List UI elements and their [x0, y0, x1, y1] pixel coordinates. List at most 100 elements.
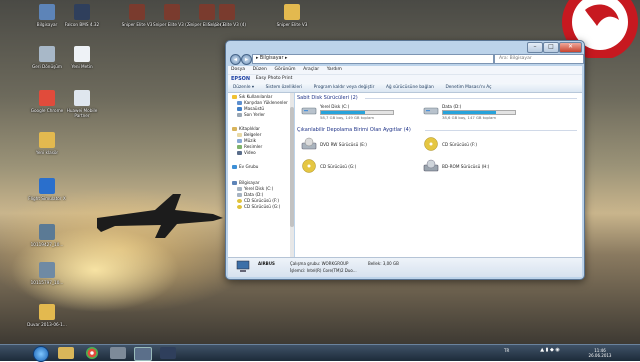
documents-icon [237, 133, 242, 137]
content-area: Sabit Disk Sürücüleri (2) Yerel Disk (C:… [295, 93, 582, 257]
menu-help[interactable]: Yardım [324, 66, 345, 74]
map-network-drive-button[interactable]: Ağ sürücüsüne bağlan [381, 83, 439, 92]
nav-drive-c[interactable]: Yerel Disk (C:) [237, 186, 273, 191]
command-bar: Düzenle ▾ Sistem özellikleri Program kal… [228, 83, 582, 93]
drive-e[interactable]: DVD RW Sürücüsü (E:) [301, 137, 401, 155]
nav-downloads[interactable]: Karşıdan Yüklenenler [237, 100, 288, 105]
sniper4-icon [219, 4, 235, 20]
homegroup-icon [232, 165, 237, 169]
tray-icons[interactable]: ▲ ▮ ◆ ◉ [520, 348, 580, 353]
desktop-icon-label: Huawei Mobile Partner [66, 108, 98, 118]
navigation-pane: Sık Kullanılanlar Karşıdan Yüklenenler M… [228, 93, 290, 257]
drive-f[interactable]: CD Sürücüsü (F:) [423, 137, 523, 155]
nav-computer[interactable]: Bilgisayar [232, 180, 260, 185]
desktop-icon-sim[interactable]: Falcon BMS 4.32 [60, 4, 104, 27]
explorer-window: – □ ✕ ◂ ▸ ▸ Bilgisayar ▸ Ara: Bilgisayar… [225, 40, 585, 280]
desktop-icon-flightsim[interactable]: Flight Simulator X [25, 178, 69, 201]
minimize-button[interactable]: – [527, 42, 543, 53]
search-input[interactable]: Ara: Bilgisayar [494, 54, 584, 64]
desktop-icon-label: Sniper Elite V3 (4) [207, 22, 247, 27]
file1-icon [74, 46, 90, 62]
photo1-icon [39, 224, 55, 240]
desktop-icon-photo1[interactable]: 10119427_10... [25, 224, 69, 247]
computer-icon [236, 260, 250, 272]
device-icon [74, 90, 90, 106]
group-hard-drives[interactable]: Sabit Disk Sürücüleri (2) [297, 95, 358, 101]
nav-favorites[interactable]: Sık Kullanılanlar [232, 94, 272, 99]
nav-libraries[interactable]: Kitaplıklar [232, 126, 260, 131]
drive-d[interactable]: Data (D:) 38,6 GB boş, 147 GB toplam [423, 103, 533, 123]
processor-text: İşlemci: Intel(R) Core(TM)2 Duo... [290, 268, 357, 273]
drive-c-free-space: 58,7 GB boş, 149 GB toplam [320, 115, 375, 120]
epson-photo-print-button[interactable]: Easy Photo Print [256, 75, 293, 83]
menu-view[interactable]: Görünüm [271, 66, 298, 74]
nav-desktop[interactable]: Masaüstü [237, 106, 264, 111]
workgroup-text: Çalışma grubu: WORKGROUP [290, 261, 349, 266]
back-button[interactable]: ◂ [230, 54, 241, 65]
nav-drive-d[interactable]: Data (D:) [237, 192, 263, 197]
drive-h-label: BD-ROM Sürücüsü (H:) [442, 164, 490, 169]
language-indicator[interactable]: TR [504, 348, 509, 353]
nav-music[interactable]: Müzik [237, 138, 256, 143]
menu-edit[interactable]: Düzen [250, 66, 270, 74]
folder3-icon [39, 304, 55, 320]
desktop-icon-folder1[interactable]: Sniper Elite V3 [270, 4, 314, 27]
epson-toolbar: EPSON Easy Photo Print [228, 74, 582, 83]
bd-drive-icon [423, 159, 439, 172]
nav-homegroup[interactable]: Ev Grubu [232, 164, 258, 169]
desktop-icon-photo2[interactable]: 10115797_10... [25, 262, 69, 285]
nav-scrollbar[interactable] [290, 93, 294, 257]
scrollbar-thumb[interactable] [290, 107, 294, 227]
open-control-panel-button[interactable]: Denetim Masası'nı Aç [440, 83, 496, 92]
drive-c[interactable]: Yerel Disk (C:) 58,7 GB boş, 149 GB topl… [301, 103, 411, 123]
menu-bar: Dosya Düzen Görünüm Araçlar Yardım [228, 66, 582, 74]
hard-drive-icon [423, 107, 439, 115]
desktop-icon-file1[interactable]: Yeni Metin [60, 46, 104, 69]
desktop-icon-label: Yeni Metin [71, 64, 93, 69]
clock[interactable]: 11:46 26.06.2013 [580, 348, 620, 358]
taskbar-chrome-icon[interactable] [86, 347, 98, 359]
forward-button[interactable]: ▸ [241, 54, 252, 65]
desktop-icon-device[interactable]: Huawei Mobile Partner [60, 90, 104, 118]
desktop-icon-folder2[interactable]: Yeni klasör [25, 132, 69, 155]
drive-g[interactable]: CD Sürücüsü (G:) [301, 159, 401, 177]
address-bar[interactable]: ▸ Bilgisayar ▸ [252, 54, 494, 64]
nav-videos[interactable]: Video [237, 150, 256, 155]
taskbar-sim-icon[interactable] [160, 347, 176, 359]
title-bar[interactable]: – □ ✕ [226, 41, 584, 53]
desktop-icon-label: Yeni klasör [35, 150, 59, 155]
jet-silhouette [97, 194, 223, 238]
organize-button[interactable]: Düzenle ▾ [228, 83, 259, 92]
nav-pictures[interactable]: Resimler [237, 144, 262, 149]
taskbar-media-icon[interactable] [110, 347, 126, 359]
videos-icon [237, 151, 242, 155]
menu-tools[interactable]: Araçlar [300, 66, 322, 74]
nav-drive-f[interactable]: CD Sürücüsü (F:) [237, 198, 279, 203]
desktop-icon-folder3[interactable]: Duvar 2013-06-1... [25, 304, 69, 327]
hard-drive-icon [237, 187, 242, 191]
desktop-icon-label: Duvar 2013-06-1... [27, 322, 67, 327]
download-icon [237, 101, 242, 105]
pictures-icon [237, 145, 242, 149]
desktop-icon-label: 10119427_10... [30, 242, 64, 247]
group-divider [425, 130, 577, 131]
close-button[interactable]: ✕ [559, 42, 582, 53]
computer-name: AIRBUS [258, 261, 275, 266]
flightsim-icon [39, 178, 55, 194]
menu-file[interactable]: Dosya [228, 66, 248, 74]
drive-h[interactable]: BD-ROM Sürücüsü (H:) [423, 159, 523, 177]
computer-icon [232, 181, 237, 185]
drive-e-label: DVD RW Sürücüsü (E:) [320, 142, 367, 147]
hard-drive-icon [237, 193, 242, 197]
nav-recent[interactable]: Son Yerler [237, 112, 265, 117]
nav-drive-g[interactable]: CD Sürücüsü (G:) [237, 204, 280, 209]
desktop-icon-sniper4[interactable]: Sniper Elite V3 (4) [205, 4, 249, 27]
nav-documents[interactable]: Belgeler [237, 132, 261, 137]
cd-icon [424, 137, 438, 151]
system-properties-button[interactable]: Sistem özellikleri [261, 83, 307, 92]
taskbar-explorer-icon[interactable] [58, 347, 74, 359]
uninstall-program-button[interactable]: Program kaldır veya değiştir [309, 83, 380, 92]
maximize-button[interactable]: □ [543, 42, 559, 53]
group-removable[interactable]: Çıkarılabilir Depolama Birimi Olan Aygıt… [297, 127, 411, 133]
taskbar-window-icon[interactable] [134, 347, 152, 361]
